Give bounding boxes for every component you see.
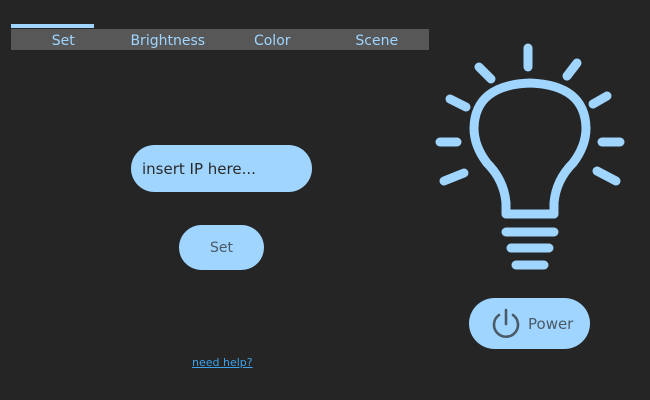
help-link[interactable]: need help?	[192, 356, 253, 369]
tab-color[interactable]: Color	[220, 29, 325, 50]
tab-brightness[interactable]: Brightness	[116, 29, 221, 50]
ip-address-input[interactable]	[131, 145, 312, 192]
power-label: Power	[528, 314, 574, 333]
power-button[interactable]: Power	[469, 298, 590, 349]
tab-scene[interactable]: Scene	[325, 29, 430, 50]
tab-set[interactable]: Set	[11, 24, 116, 50]
set-button[interactable]: Set	[179, 225, 264, 270]
lightbulb-icon	[435, 43, 625, 270]
tab-bar: Set Brightness Color Scene	[11, 24, 430, 50]
power-icon	[492, 308, 520, 338]
